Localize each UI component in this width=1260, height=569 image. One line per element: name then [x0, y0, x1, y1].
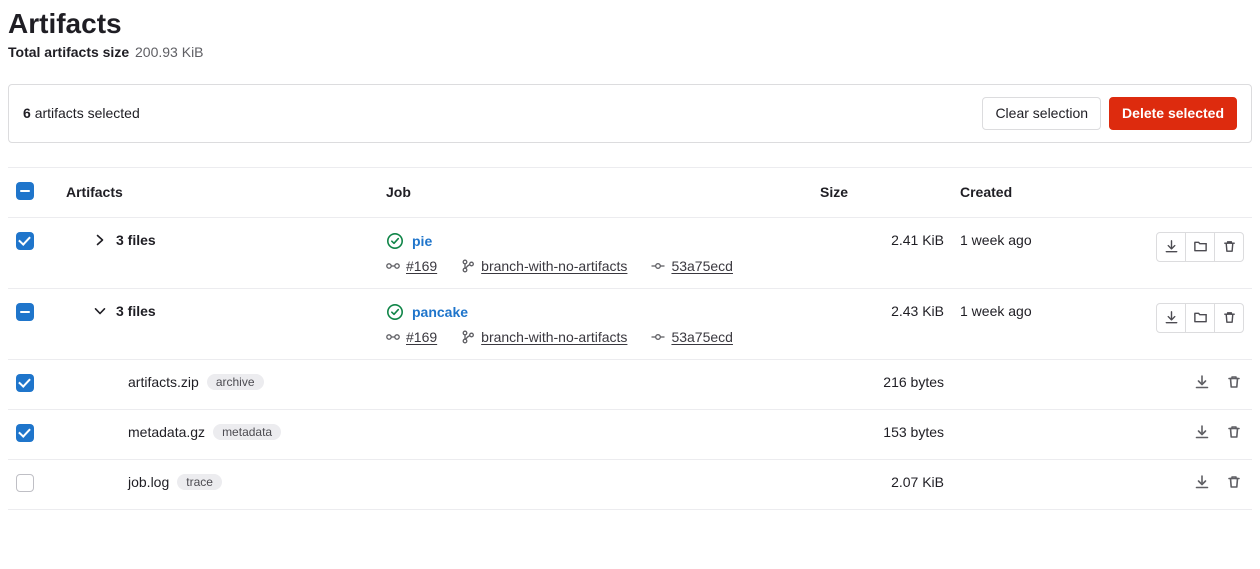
branch-icon [461, 259, 475, 273]
chevron-down-icon[interactable] [94, 305, 106, 317]
row-checkbox[interactable] [16, 424, 34, 442]
commit-link[interactable]: 53a75ecd [671, 329, 733, 345]
selection-count: 6 artifacts selected [23, 105, 140, 121]
download-icon[interactable] [1194, 474, 1212, 492]
branch-link[interactable]: branch-with-no-artifacts [481, 329, 627, 345]
download-icon[interactable] [1194, 424, 1212, 442]
table-row: artifacts.zip archive 216 bytes [8, 359, 1252, 409]
size-cell: 153 bytes [812, 409, 952, 459]
size-cell: 2.43 KiB [812, 288, 952, 359]
files-count: 3 files [116, 232, 156, 248]
created-cell: 1 week ago [952, 217, 1132, 288]
job-name-link[interactable]: pancake [412, 304, 468, 320]
table-row: job.log trace 2.07 KiB [8, 459, 1252, 509]
total-size-label: Total artifacts size [8, 44, 129, 60]
table-row: 3 files pie [8, 217, 1252, 288]
size-cell: 216 bytes [812, 359, 952, 409]
browse-button[interactable] [1185, 232, 1215, 262]
status-success-icon [386, 232, 404, 250]
files-count: 3 files [116, 303, 156, 319]
pipeline-icon [386, 330, 400, 344]
total-size-value: 200.93 KiB [135, 44, 204, 60]
commit-icon [651, 330, 665, 344]
status-success-icon [386, 303, 404, 321]
table-row: metadata.gz metadata 153 bytes [8, 409, 1252, 459]
row-checkbox[interactable] [16, 232, 34, 250]
file-tag: archive [207, 374, 264, 390]
selection-bar: 6 artifacts selected Clear selection Del… [8, 84, 1252, 143]
column-header-job[interactable]: Job [378, 167, 812, 217]
artifacts-table: Artifacts Job Size Created 3 files [8, 167, 1252, 510]
download-button[interactable] [1156, 232, 1186, 262]
selection-count-number: 6 [23, 105, 31, 121]
delete-icon[interactable] [1226, 424, 1244, 442]
total-artifacts-size: Total artifacts size 200.93 KiB [8, 44, 1252, 60]
delete-icon[interactable] [1226, 374, 1244, 392]
browse-button[interactable] [1185, 303, 1215, 333]
size-cell: 2.07 KiB [812, 459, 952, 509]
selection-count-text: artifacts selected [35, 105, 140, 121]
delete-button[interactable] [1214, 232, 1244, 262]
file-name: metadata.gz [128, 424, 205, 440]
delete-icon[interactable] [1226, 474, 1244, 492]
download-button[interactable] [1156, 303, 1186, 333]
file-name: artifacts.zip [128, 374, 199, 390]
commit-link[interactable]: 53a75ecd [671, 258, 733, 274]
job-name-link[interactable]: pie [412, 233, 432, 249]
created-cell: 1 week ago [952, 288, 1132, 359]
table-row: 3 files pancake [8, 288, 1252, 359]
clear-selection-button[interactable]: Clear selection [982, 97, 1101, 130]
commit-icon [651, 259, 665, 273]
select-all-checkbox[interactable] [16, 182, 34, 200]
row-checkbox[interactable] [16, 303, 34, 321]
row-checkbox[interactable] [16, 474, 34, 492]
file-name: job.log [128, 474, 169, 490]
file-tag: metadata [213, 424, 281, 440]
delete-selected-button[interactable]: Delete selected [1109, 97, 1237, 130]
branch-icon [461, 330, 475, 344]
size-cell: 2.41 KiB [812, 217, 952, 288]
chevron-right-icon[interactable] [94, 234, 106, 246]
column-header-artifacts[interactable]: Artifacts [58, 167, 378, 217]
download-icon[interactable] [1194, 374, 1212, 392]
delete-button[interactable] [1214, 303, 1244, 333]
row-checkbox[interactable] [16, 374, 34, 392]
page-title: Artifacts [8, 8, 1252, 40]
column-header-created[interactable]: Created [952, 167, 1132, 217]
pipeline-link[interactable]: #169 [406, 329, 437, 345]
column-header-size[interactable]: Size [812, 167, 952, 217]
pipeline-link[interactable]: #169 [406, 258, 437, 274]
file-tag: trace [177, 474, 222, 490]
branch-link[interactable]: branch-with-no-artifacts [481, 258, 627, 274]
pipeline-icon [386, 259, 400, 273]
